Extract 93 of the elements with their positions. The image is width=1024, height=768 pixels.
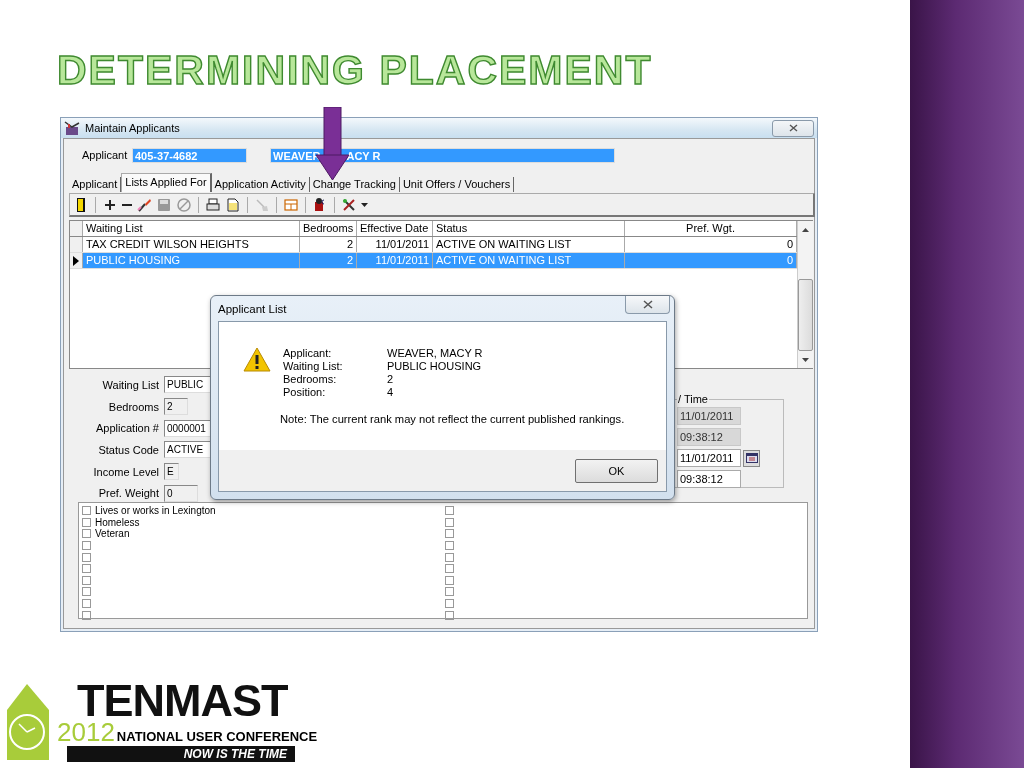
input-field[interactable]: 11/01/2011: [677, 449, 741, 467]
column-header: Status: [433, 221, 625, 236]
table-cell: TAX CREDIT WILSON HEIGHTS: [83, 237, 300, 252]
field-label: Applicant: [82, 149, 129, 161]
checkbox[interactable]: [82, 587, 91, 597]
row-header: [70, 221, 83, 236]
checkbox[interactable]: [82, 541, 91, 551]
checkbox[interactable]: [444, 529, 454, 539]
row-pointer-icon: [73, 255, 79, 266]
info-label: Waiting List:: [283, 360, 344, 373]
input-field[interactable]: 09:38:12: [677, 428, 741, 446]
checkbox[interactable]: [82, 610, 91, 620]
print-icon: [205, 196, 221, 213]
table-cell: 2: [300, 253, 357, 268]
table-cell: 2: [300, 237, 357, 252]
scroll-up-icon: [802, 228, 809, 232]
tagline-banner: NOW IS THE TIME: [67, 746, 295, 762]
checkbox[interactable]: [444, 599, 454, 609]
app-icon: [63, 120, 81, 136]
field-label: Bedrooms: [107, 400, 160, 413]
logo-name: TENMAST: [77, 680, 289, 722]
input-field[interactable]: E: [164, 463, 179, 480]
close-icon: [642, 300, 653, 309]
input-field[interactable]: 11/01/2011: [677, 407, 741, 425]
checkbox[interactable]: [444, 552, 454, 562]
slide-title: DETERMINING PLACEMENT: [57, 46, 654, 94]
close-button[interactable]: [625, 296, 670, 314]
checkbox[interactable]: [444, 517, 454, 527]
cancel-icon: [176, 196, 192, 213]
checkbox[interactable]: [82, 599, 91, 609]
table-cell: 11/01/2011: [357, 237, 433, 252]
info-label: Applicant:: [283, 347, 333, 360]
checkbox[interactable]: [82, 517, 91, 527]
column-header: Effective Date: [357, 221, 433, 236]
table-cell: PUBLIC HOUSING: [83, 253, 300, 268]
info-value: WEAVER, MACY R: [387, 347, 483, 360]
new-document-icon: [225, 196, 241, 213]
logo-year: 2012: [57, 720, 115, 744]
checkbox[interactable]: [444, 541, 454, 551]
table-cell: 11/01/2011: [357, 253, 433, 268]
table-cell: ACTIVE ON WAITING LIST: [433, 237, 625, 252]
note-text: Note: The current rank may not reflect the current published rankings.: [280, 413, 626, 425]
checkbox[interactable]: [444, 575, 454, 585]
scrollbar[interactable]: [797, 221, 813, 368]
checkbox[interactable]: [444, 587, 454, 597]
checkbox-label: Veteran: [95, 528, 130, 540]
logo-subtitle: NATIONAL USER CONFERENCE: [116, 730, 318, 744]
field-label: Status Code: [97, 443, 160, 456]
window-title: Maintain Applicants: [85, 122, 180, 134]
tab[interactable]: Lists Applied For: [121, 173, 212, 192]
tab[interactable]: Unit Offers / Vouchers: [399, 177, 515, 192]
checkbox[interactable]: [444, 506, 454, 516]
group-title: / Time: [677, 393, 709, 405]
calendar-button[interactable]: [743, 449, 760, 467]
ok-button[interactable]: OK: [575, 458, 658, 483]
save-icon: [156, 196, 172, 213]
caret-icon: [361, 202, 368, 207]
calendar-icon: [745, 453, 758, 463]
checkbox[interactable]: [82, 575, 91, 585]
input-field[interactable]: 09:38:12: [677, 470, 741, 488]
input-field[interactable]: 2: [164, 398, 188, 415]
remove-icon: [122, 202, 132, 207]
info-value: 2: [387, 373, 395, 386]
column-header: Bedrooms: [300, 221, 357, 236]
checkbox[interactable]: [444, 564, 454, 574]
checkbox[interactable]: [82, 506, 91, 516]
info-value: 4: [387, 386, 395, 399]
column-header: Waiting List: [83, 221, 300, 236]
field-label: Application #: [95, 422, 160, 435]
scroll-thumb[interactable]: [798, 279, 813, 351]
info-label: Position:: [283, 386, 327, 399]
close-icon: [788, 124, 798, 132]
checkbox-label: Homeless: [95, 516, 140, 528]
dialog-title: Applicant List: [218, 302, 287, 315]
layout-icon: [283, 196, 299, 213]
warning-icon: [243, 347, 271, 372]
info-value: PUBLIC HOUSING: [387, 360, 483, 373]
field-label: Waiting List: [101, 378, 160, 391]
checkbox[interactable]: [82, 529, 91, 539]
field-label: Income Level: [92, 465, 160, 478]
checkbox[interactable]: [82, 552, 91, 562]
table-cell: ACTIVE ON WAITING LIST: [433, 253, 625, 268]
field-label: Pref. Weight: [97, 487, 160, 500]
tab[interactable]: Application Activity: [211, 177, 310, 192]
checkbox-label: Lives or works in Lexington: [95, 505, 216, 517]
scroll-down-icon: [802, 358, 809, 362]
checkbox[interactable]: [82, 564, 91, 574]
table-cell: 0: [625, 253, 797, 268]
info-label: Bedrooms:: [283, 373, 338, 386]
input-field[interactable]: 0: [164, 484, 198, 502]
toolbar-button[interactable]: [204, 195, 222, 214]
checkbox[interactable]: [444, 610, 454, 620]
close-button[interactable]: [772, 119, 814, 137]
